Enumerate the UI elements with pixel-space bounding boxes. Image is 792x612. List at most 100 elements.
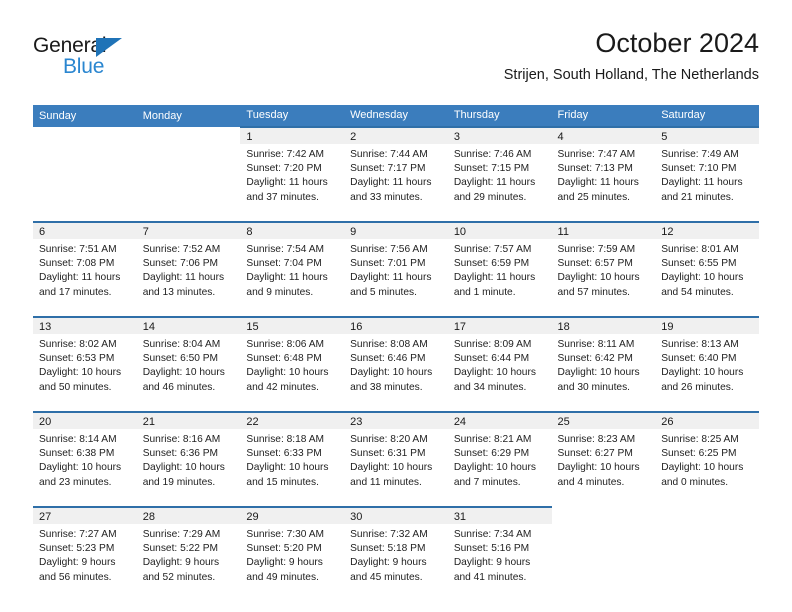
day-details: Sunrise: 7:34 AM Sunset: 5:16 PM Daylight:… (448, 524, 552, 585)
calendar-day-cell[interactable]: 1 Sunrise: 7:42 AM Sunset: 7:20 PM Daylight… (240, 126, 345, 222)
daylight-text: Daylight: 10 hours and 7 minutes. (453, 462, 536, 488)
calendar-day-cell[interactable]: 16 Sunrise: 8:08 AM Sunset: 6:46 PM Dayligh… (344, 316, 448, 412)
sunset-text: Sunset: 6:27 PM (557, 448, 633, 460)
day-details: Sunrise: 7:27 AM Sunset: 5:23 PM Daylight:… (33, 524, 137, 585)
weekday-header-monday: Monday (136, 105, 241, 127)
sunrise-text: Sunrise: 7:54 AM (246, 244, 324, 255)
day-number: 9 (344, 223, 448, 239)
daylight-text: Daylight: 9 hours and 45 minutes. (350, 557, 427, 583)
sunset-text: Sunset: 5:23 PM (39, 543, 115, 555)
calendar-day-cell[interactable]: 9 Sunrise: 7:56 AM Sunset: 7:01 PM Daylight… (344, 221, 448, 317)
calendar-day-cell[interactable]: 29 Sunrise: 7:30 AM Sunset: 5:20 PM Dayligh… (240, 506, 345, 601)
calendar-day-cell[interactable]: 5 Sunrise: 7:49 AM Sunset: 7:10 PM Daylight… (655, 126, 759, 222)
day-details: Sunrise: 8:25 AM Sunset: 6:25 PM Daylight:… (655, 429, 759, 490)
calendar-day-cell[interactable]: 3 Sunrise: 7:46 AM Sunset: 7:15 PM Daylight… (447, 126, 552, 222)
daylight-text: Daylight: 10 hours and 54 minutes. (661, 272, 744, 298)
calendar-day-cell[interactable]: 4 Sunrise: 7:47 AM Sunset: 7:13 PM Daylight… (551, 126, 656, 222)
daylight-text: Daylight: 10 hours and 4 minutes. (557, 462, 640, 488)
sunset-text: Sunset: 6:36 PM (142, 448, 219, 460)
calendar-day-cell[interactable]: 18 Sunrise: 8:11 AM Sunset: 6:42 PM Dayligh… (551, 316, 656, 412)
calendar-day-cell[interactable]: 7 Sunrise: 7:52 AM Sunset: 7:06 PM Daylight… (136, 221, 241, 317)
calendar-day-cell[interactable]: 2 Sunrise: 7:44 AM Sunset: 7:17 PM Daylight… (344, 126, 448, 222)
calendar-day-cell[interactable]: 24 Sunrise: 8:21 AM Sunset: 6:29 PM Dayligh… (447, 411, 552, 507)
calendar-day-cell[interactable]: 30 Sunrise: 7:32 AM Sunset: 5:18 PM Dayligh… (344, 506, 448, 601)
weekday-header-thursday: Thursday (447, 105, 552, 127)
day-number: 1 (240, 128, 345, 144)
title-block: October 2024 Strijen, South Holland, The… (504, 26, 759, 86)
calendar-day-cell[interactable]: 10 Sunrise: 7:57 AM Sunset: 6:59 PM Dayligh… (447, 221, 552, 317)
day-number: 2 (344, 128, 448, 144)
day-number: 14 (136, 318, 241, 334)
sunset-text: Sunset: 5:16 PM (453, 543, 530, 555)
weekday-header-saturday: Saturday (655, 105, 759, 127)
day-details: Sunrise: 7:32 AM Sunset: 5:18 PM Daylight:… (344, 524, 448, 585)
daylight-text: Daylight: 10 hours and 34 minutes. (453, 367, 536, 393)
calendar-day-cell[interactable]: 21 Sunrise: 8:16 AM Sunset: 6:36 PM Dayligh… (136, 411, 241, 507)
sunset-text: Sunset: 6:29 PM (453, 448, 530, 460)
day-details: Sunrise: 7:52 AM Sunset: 7:06 PM Daylight:… (137, 239, 241, 300)
sunrise-text: Sunrise: 8:06 AM (246, 339, 324, 350)
sunset-text: Sunset: 6:25 PM (661, 448, 737, 460)
day-number: 6 (33, 223, 137, 239)
day-number: 31 (447, 508, 552, 524)
calendar-day-cell[interactable]: 11 Sunrise: 7:59 AM Sunset: 6:57 PM Dayligh… (551, 221, 656, 317)
calendar-day-cell[interactable]: 13 Sunrise: 8:02 AM Sunset: 6:53 PM Dayligh… (33, 316, 137, 412)
daylight-text: Daylight: 11 hours and 37 minutes. (246, 177, 328, 203)
day-number: 8 (240, 223, 345, 239)
calendar-day-cell[interactable]: 23 Sunrise: 8:20 AM Sunset: 6:31 PM Dayligh… (344, 411, 448, 507)
calendar-week-row: 27 Sunrise: 7:27 AM Sunset: 5:23 PM Dayligh… (33, 506, 759, 601)
sunrise-text: Sunrise: 8:16 AM (142, 434, 221, 445)
sunrise-text: Sunrise: 7:30 AM (246, 529, 324, 540)
day-details: Sunrise: 8:18 AM Sunset: 6:33 PM Daylight:… (240, 429, 344, 490)
calendar-day-cell[interactable]: 17 Sunrise: 8:09 AM Sunset: 6:44 PM Dayligh… (447, 316, 552, 412)
day-details: Sunrise: 7:51 AM Sunset: 7:08 PM Daylight:… (33, 239, 137, 300)
daylight-text: Daylight: 10 hours and 26 minutes. (661, 367, 744, 393)
logo-text-blue: Blue (63, 55, 105, 78)
daylight-text: Daylight: 10 hours and 46 minutes. (142, 367, 225, 393)
calendar-day-cell[interactable]: 26 Sunrise: 8:25 AM Sunset: 6:25 PM Dayligh… (655, 411, 759, 507)
day-number: 23 (344, 413, 448, 429)
day-details: Sunrise: 7:49 AM Sunset: 7:10 PM Daylight:… (655, 144, 759, 205)
sunset-text: Sunset: 6:40 PM (661, 353, 737, 365)
day-details: Sunrise: 7:47 AM Sunset: 7:13 PM Daylight:… (552, 144, 656, 205)
sunrise-text: Sunrise: 8:08 AM (350, 339, 428, 350)
day-number: 19 (655, 318, 759, 334)
sunset-text: Sunset: 7:10 PM (661, 163, 737, 175)
daylight-text: Daylight: 9 hours and 49 minutes. (246, 557, 323, 583)
calendar-empty-cell (551, 507, 656, 601)
daylight-text: Daylight: 10 hours and 15 minutes. (246, 462, 329, 488)
calendar-day-cell[interactable]: 15 Sunrise: 8:06 AM Sunset: 6:48 PM Dayligh… (240, 316, 345, 412)
calendar-empty-cell (655, 507, 759, 601)
calendar-day-cell[interactable]: 31 Sunrise: 7:34 AM Sunset: 5:16 PM Dayligh… (447, 506, 552, 601)
sunset-text: Sunset: 7:01 PM (350, 258, 426, 270)
calendar-day-cell[interactable]: 20 Sunrise: 8:14 AM Sunset: 6:38 PM Dayligh… (33, 411, 137, 507)
calendar-day-cell[interactable]: 8 Sunrise: 7:54 AM Sunset: 7:04 PM Daylight… (240, 221, 345, 317)
sunrise-text: Sunrise: 8:09 AM (453, 339, 532, 350)
calendar-day-cell[interactable]: 27 Sunrise: 7:27 AM Sunset: 5:23 PM Dayligh… (33, 506, 137, 601)
day-number: 16 (344, 318, 448, 334)
weekday-header-tuesday: Tuesday (240, 105, 345, 127)
weekday-header-sunday: Sunday (33, 105, 137, 127)
calendar-day-cell[interactable]: 28 Sunrise: 7:29 AM Sunset: 5:22 PM Dayligh… (136, 506, 241, 601)
sunrise-text: Sunrise: 7:57 AM (453, 244, 532, 255)
day-number: 24 (447, 413, 552, 429)
calendar-day-cell[interactable]: 22 Sunrise: 8:18 AM Sunset: 6:33 PM Dayligh… (240, 411, 345, 507)
sunrise-text: Sunrise: 7:27 AM (39, 529, 117, 540)
daylight-text: Daylight: 11 hours and 1 minute. (453, 272, 536, 298)
calendar-day-cell[interactable]: 14 Sunrise: 8:04 AM Sunset: 6:50 PM Dayligh… (136, 316, 241, 412)
daylight-text: Daylight: 10 hours and 50 minutes. (39, 367, 122, 393)
sunrise-text: Sunrise: 8:02 AM (39, 339, 117, 350)
calendar-day-cell[interactable]: 19 Sunrise: 8:13 AM Sunset: 6:40 PM Dayligh… (655, 316, 759, 412)
calendar-day-cell[interactable]: 12 Sunrise: 8:01 AM Sunset: 6:55 PM Dayligh… (655, 221, 759, 317)
calendar-week-row: 1 Sunrise: 7:42 AM Sunset: 7:20 PM Daylight… (33, 126, 759, 222)
day-details: Sunrise: 7:42 AM Sunset: 7:20 PM Daylight:… (240, 144, 344, 205)
calendar-day-cell[interactable]: 6 Sunrise: 7:51 AM Sunset: 7:08 PM Daylight… (33, 221, 137, 317)
calendar-table: Sunday Monday Tuesday Wednesday Thursday… (33, 105, 759, 601)
sunset-text: Sunset: 6:48 PM (246, 353, 322, 365)
sunset-text: Sunset: 6:57 PM (557, 258, 633, 270)
day-details: Sunrise: 8:09 AM Sunset: 6:44 PM Daylight:… (448, 334, 552, 395)
calendar-day-cell[interactable]: 25 Sunrise: 8:23 AM Sunset: 6:27 PM Dayligh… (551, 411, 656, 507)
sunrise-text: Sunrise: 7:29 AM (142, 529, 221, 540)
page-title: October 2024 (595, 28, 759, 58)
day-number: 12 (655, 223, 759, 239)
